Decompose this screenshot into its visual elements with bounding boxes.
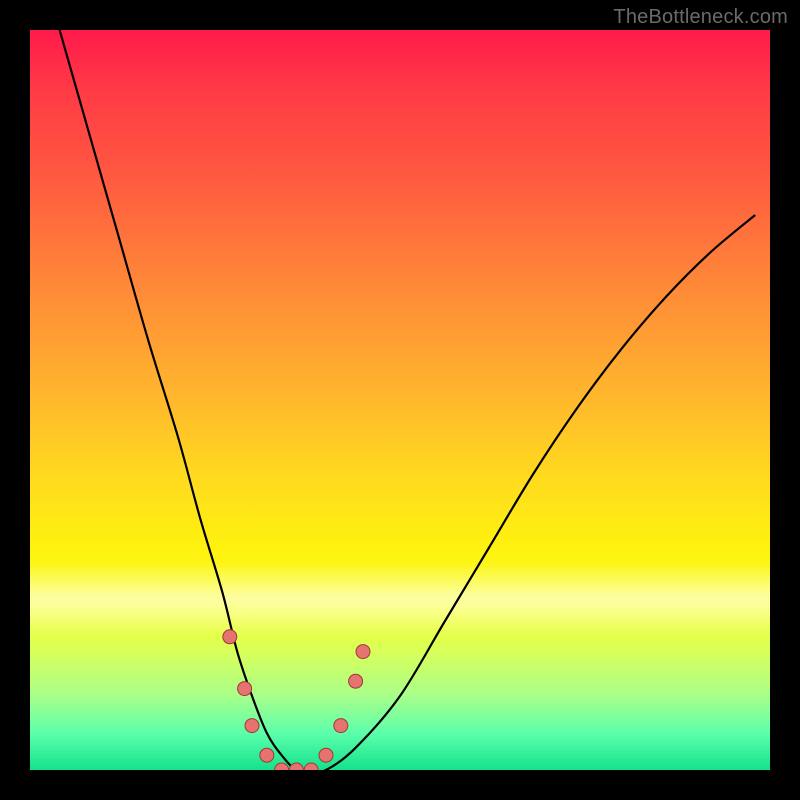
curve-marker	[304, 763, 318, 770]
curve-marker	[349, 674, 363, 688]
curve-marker	[289, 763, 303, 770]
plot-svg	[30, 30, 770, 770]
curve-marker	[319, 748, 333, 762]
curve-marker	[275, 763, 289, 770]
curve-marker	[245, 719, 259, 733]
curve-marker	[238, 682, 252, 696]
bottleneck-curve	[60, 30, 756, 770]
curve-marker	[260, 748, 274, 762]
curve-marker	[356, 645, 370, 659]
curve-marker	[223, 630, 237, 644]
watermark-text: TheBottleneck.com	[613, 6, 788, 29]
curve-marker	[334, 719, 348, 733]
chart-panel	[30, 30, 770, 770]
